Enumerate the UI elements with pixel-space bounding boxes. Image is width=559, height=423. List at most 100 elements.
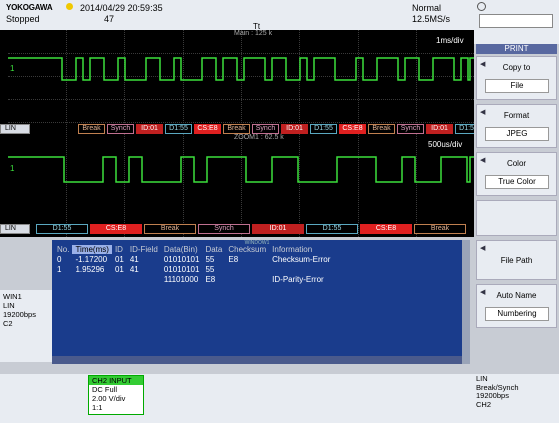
table-cell: 11101000 — [163, 274, 199, 284]
softkey-label: File Path — [500, 256, 533, 265]
decode-segment: CS:E8 — [90, 224, 142, 234]
lin-tag-zoom: LIN — [0, 224, 30, 234]
table-cell — [72, 274, 111, 284]
table-cell: 01 — [114, 264, 124, 274]
sample-rate: 12.5MS/s — [412, 14, 451, 24]
table-cell — [269, 264, 333, 274]
decode-segment: Break — [414, 224, 466, 234]
knob-icon — [477, 2, 486, 11]
jog-indicator — [474, 0, 559, 44]
decode-segment: Break — [78, 124, 105, 134]
softkey-copy-to[interactable]: ◀ Copy to File — [476, 56, 557, 100]
list-scrollbar[interactable] — [462, 240, 470, 364]
softkey-blank[interactable] — [476, 200, 557, 236]
softkey-label: Copy to — [502, 63, 531, 72]
run-status: Stopped — [6, 14, 40, 24]
table-cell: -1.17200 — [75, 254, 108, 264]
trigger-info: LIN Break/Synch 19200bps CH2 — [474, 374, 558, 419]
softkey-value: File — [485, 79, 549, 93]
brand-logo: YOKOGAWA — [6, 3, 53, 12]
ch2-scale: 2.00 V/div — [92, 394, 126, 403]
panel-header: PRINT — [476, 44, 557, 54]
decode-segment: Break — [223, 124, 250, 134]
softkey-label: Color — [506, 159, 527, 168]
softkey-label: Auto Name — [496, 291, 537, 300]
decode-segment: CS:E8 — [194, 124, 221, 134]
column-header[interactable]: Data — [202, 245, 225, 254]
acq-count: 47 — [104, 14, 115, 24]
decode-segment: Synch — [252, 124, 279, 134]
decode-segment: D1:55 — [36, 224, 88, 234]
column-header[interactable]: ID — [112, 245, 127, 254]
lin-tag-main: LIN — [0, 124, 30, 134]
decode-segment: ID:01 — [136, 124, 163, 134]
decode-list[interactable]: WINDOW1 No. Time(ms) ID ID-Field Data(Bin) Da… — [52, 240, 470, 364]
decode-segment: Break — [144, 224, 196, 234]
ch2-coupling: DC Full — [92, 385, 118, 394]
table-cell: 41 — [129, 254, 139, 264]
softkey-value: True Color — [485, 175, 549, 189]
decode-segment: ID:01 — [252, 224, 304, 234]
table-cell: 1.95296 — [75, 264, 105, 274]
decode-table: No. Time(ms) ID ID-Field Data(Bin) Data Checks… — [54, 245, 333, 284]
decode-segment: D1:55 — [306, 224, 358, 234]
table-row[interactable]: 0 -1.17200 01 41 01010101 55 E8 Checksum-Error — [54, 254, 333, 264]
signal-trace — [8, 156, 474, 183]
decode-segment: Break — [368, 124, 395, 134]
decode-segment: Synch — [107, 124, 134, 134]
column-header[interactable]: No. — [54, 245, 72, 254]
lin-bus-row-zoom: LIN D1:55 CS:E8 Break Synch ID:01 D1:55 CS:E8 B… — [0, 224, 474, 234]
lower-left-area — [0, 237, 52, 290]
decode-segment: ID:01 — [426, 124, 453, 134]
decode-segment: Synch — [397, 124, 424, 134]
column-header[interactable]: Time(ms) — [72, 245, 112, 254]
softkey-panel: PRINT ◀ Copy to File ◀ Format JPEG ◀ Color True … — [474, 44, 559, 374]
win-bus: LIN — [3, 301, 15, 310]
win-bitrate: 19200bps — [3, 310, 36, 319]
table-cell: 01010101 — [163, 254, 200, 264]
table-cell: 01 — [114, 254, 124, 264]
table-cell: 55 — [205, 254, 215, 264]
softkey-file-path[interactable]: ◀ File Path — [476, 240, 557, 280]
softkey-value: JPEG — [485, 127, 549, 141]
table-cell — [54, 274, 72, 284]
column-header[interactable]: ID-Field — [127, 245, 161, 254]
decode-segment: Synch — [198, 224, 250, 234]
table-row[interactable]: 1 1.95296 01 41 01010101 55 — [54, 264, 333, 274]
decode-segment: CS:E8 — [339, 124, 366, 134]
softkey-color[interactable]: ◀ Color True Color — [476, 152, 557, 196]
table-cell: E8 — [205, 274, 216, 284]
softkey-label: Format — [503, 111, 530, 120]
table-cell — [112, 274, 127, 284]
softkey-value: Numbering — [485, 307, 549, 321]
status-header: YOKOGAWA 2014/04/29 20:59:35 Stopped 47 … — [0, 0, 474, 31]
trigger-mode: Normal — [412, 3, 442, 13]
table-cell: 55 — [205, 264, 215, 274]
decode-segment: ID:01 — [281, 124, 308, 134]
win-channel: C2 — [3, 319, 13, 328]
decode-segment: D1:55 — [310, 124, 337, 134]
table-cell: ID-Parity-Error — [272, 274, 324, 284]
table-cell — [225, 264, 269, 274]
column-header[interactable]: Information — [269, 245, 333, 254]
table-cell — [225, 274, 269, 284]
knob-value-box — [479, 14, 553, 28]
column-header[interactable]: Checksum — [225, 245, 269, 254]
softkey-format[interactable]: ◀ Format JPEG — [476, 104, 557, 148]
table-cell: 41 — [129, 264, 139, 274]
table-cell — [127, 274, 161, 284]
table-cell: Checksum-Error — [272, 254, 331, 264]
datetime: 2014/04/29 20:59:35 — [80, 3, 163, 13]
decode-segment: D1:55 — [165, 124, 192, 134]
softkey-arrow-icon: ◀ — [480, 245, 486, 252]
ch2-input-info[interactable]: CH2 INPUT DC Full 2.00 V/div 1:1 — [88, 375, 144, 415]
table-row[interactable]: 11101000 E8 ID-Parity-Error — [54, 274, 333, 284]
trigger-source: CH2 — [476, 399, 492, 409]
column-header[interactable]: Data(Bin) — [161, 245, 203, 254]
table-cell: 01010101 — [163, 264, 200, 274]
ch2-title: CH2 INPUT — [89, 376, 143, 385]
softkey-auto-name[interactable]: ◀ Auto Name Numbering — [476, 284, 557, 328]
table-cell: 1 — [57, 264, 62, 274]
table-cell: 0 — [57, 254, 62, 264]
list-hscrollbar[interactable] — [52, 356, 462, 364]
